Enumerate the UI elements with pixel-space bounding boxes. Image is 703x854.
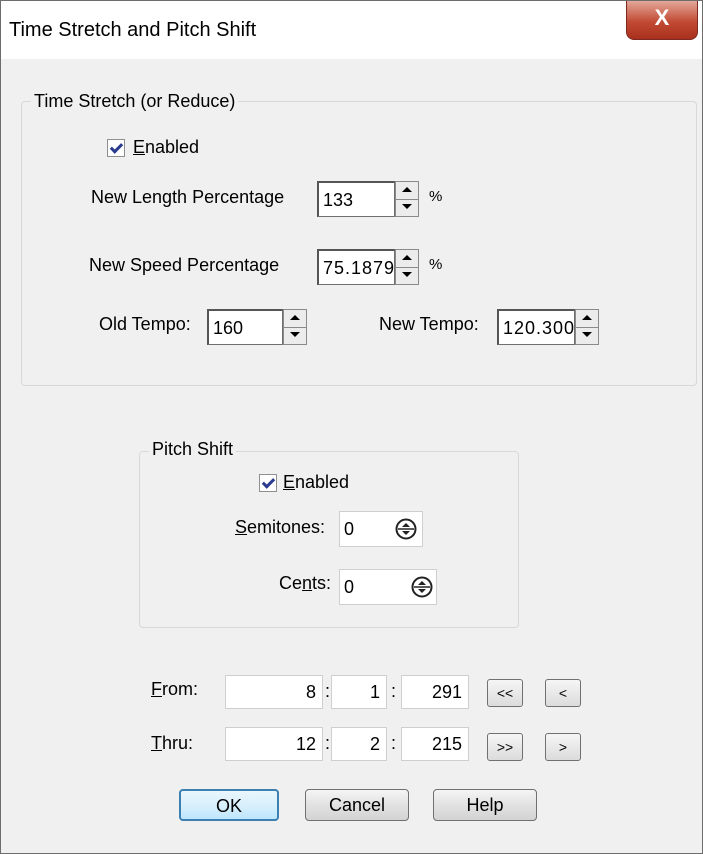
semitones-spinner[interactable]: [395, 518, 417, 540]
arrow-up-icon: [582, 315, 592, 320]
new-tempo-input[interactable]: 120.300: [497, 309, 575, 345]
spin-down-button[interactable]: [396, 199, 418, 216]
arrow-up-icon: [402, 187, 412, 192]
new-speed-input[interactable]: 75.1879: [317, 249, 395, 285]
thru-bar-field[interactable]: 12: [225, 727, 323, 761]
updown-icon: [411, 576, 433, 598]
from-label: From:: [151, 679, 198, 699]
old-tempo-label: Old Tempo:: [99, 314, 191, 334]
pitch-shift-group-label: Pitch Shift: [149, 439, 237, 460]
rewind-button[interactable]: <<: [487, 679, 523, 707]
new-speed-unit: %: [429, 256, 443, 273]
thru-label: Thru:: [151, 733, 194, 753]
cents-label: Cents:: [279, 573, 332, 593]
new-length-label: New Length Percentage: [91, 187, 285, 207]
from-tick-field[interactable]: 291: [401, 675, 469, 709]
new-tempo-spinner[interactable]: [575, 309, 599, 345]
time-stretch-group-label: Time Stretch (or Reduce): [31, 91, 239, 112]
pitch-shift-enabled-label: Enabled: [283, 472, 350, 492]
arrow-down-icon: [290, 332, 300, 337]
arrow-down-icon: [582, 332, 592, 337]
cents-spinner[interactable]: [411, 576, 433, 598]
forward-button[interactable]: >: [545, 733, 581, 761]
help-button[interactable]: Help: [433, 789, 537, 821]
arrow-down-icon: [402, 204, 412, 209]
spin-down-button[interactable]: [396, 267, 418, 284]
spin-up-button[interactable]: [396, 250, 418, 268]
new-length-unit: %: [429, 188, 443, 205]
arrow-up-icon: [402, 255, 412, 260]
new-tempo-label: New Tempo:: [379, 314, 479, 334]
old-tempo-spinner[interactable]: [283, 309, 307, 345]
thru-beat-field[interactable]: 2: [331, 727, 387, 761]
window-title: Time Stretch and Pitch Shift: [9, 19, 257, 41]
new-speed-label: New Speed Percentage: [89, 255, 280, 275]
close-icon: X: [654, 5, 670, 30]
dialog-window: Time Stretch and Pitch Shift X Time Stre…: [0, 0, 703, 854]
cancel-button[interactable]: Cancel: [305, 789, 409, 821]
time-stretch-enabled-checkbox[interactable]: [107, 139, 125, 157]
thru-tick-field[interactable]: 215: [401, 727, 469, 761]
from-separator: :: [325, 681, 331, 701]
from-separator: :: [391, 681, 397, 701]
forward-end-button[interactable]: >>: [487, 733, 523, 761]
arrow-down-icon: [402, 272, 412, 277]
from-beat-field[interactable]: 1: [331, 675, 387, 709]
pitch-shift-enabled-checkbox[interactable]: [259, 474, 277, 492]
ok-button[interactable]: OK: [179, 789, 279, 821]
thru-separator: :: [391, 733, 397, 753]
back-button[interactable]: <: [545, 679, 581, 707]
close-button[interactable]: X: [626, 1, 698, 40]
updown-icon: [395, 518, 417, 540]
new-length-spinner[interactable]: [395, 181, 419, 217]
new-speed-spinner[interactable]: [395, 249, 419, 285]
time-stretch-enabled-label: Enabled: [133, 137, 200, 157]
spin-down-button[interactable]: [576, 327, 598, 344]
from-bar-field[interactable]: 8: [225, 675, 323, 709]
arrow-up-icon: [290, 315, 300, 320]
new-length-input[interactable]: 133: [317, 181, 395, 217]
title-bar: Time Stretch and Pitch Shift X: [1, 1, 702, 59]
thru-separator: :: [325, 733, 331, 753]
spin-up-button[interactable]: [576, 310, 598, 328]
semitones-label: Semitones:: [235, 517, 326, 537]
spin-down-button[interactable]: [284, 327, 306, 344]
spin-up-button[interactable]: [284, 310, 306, 328]
old-tempo-input[interactable]: 160: [207, 309, 283, 345]
dialog-body: Time Stretch (or Reduce) Enabled New Len…: [9, 59, 702, 853]
spin-up-button[interactable]: [396, 182, 418, 200]
